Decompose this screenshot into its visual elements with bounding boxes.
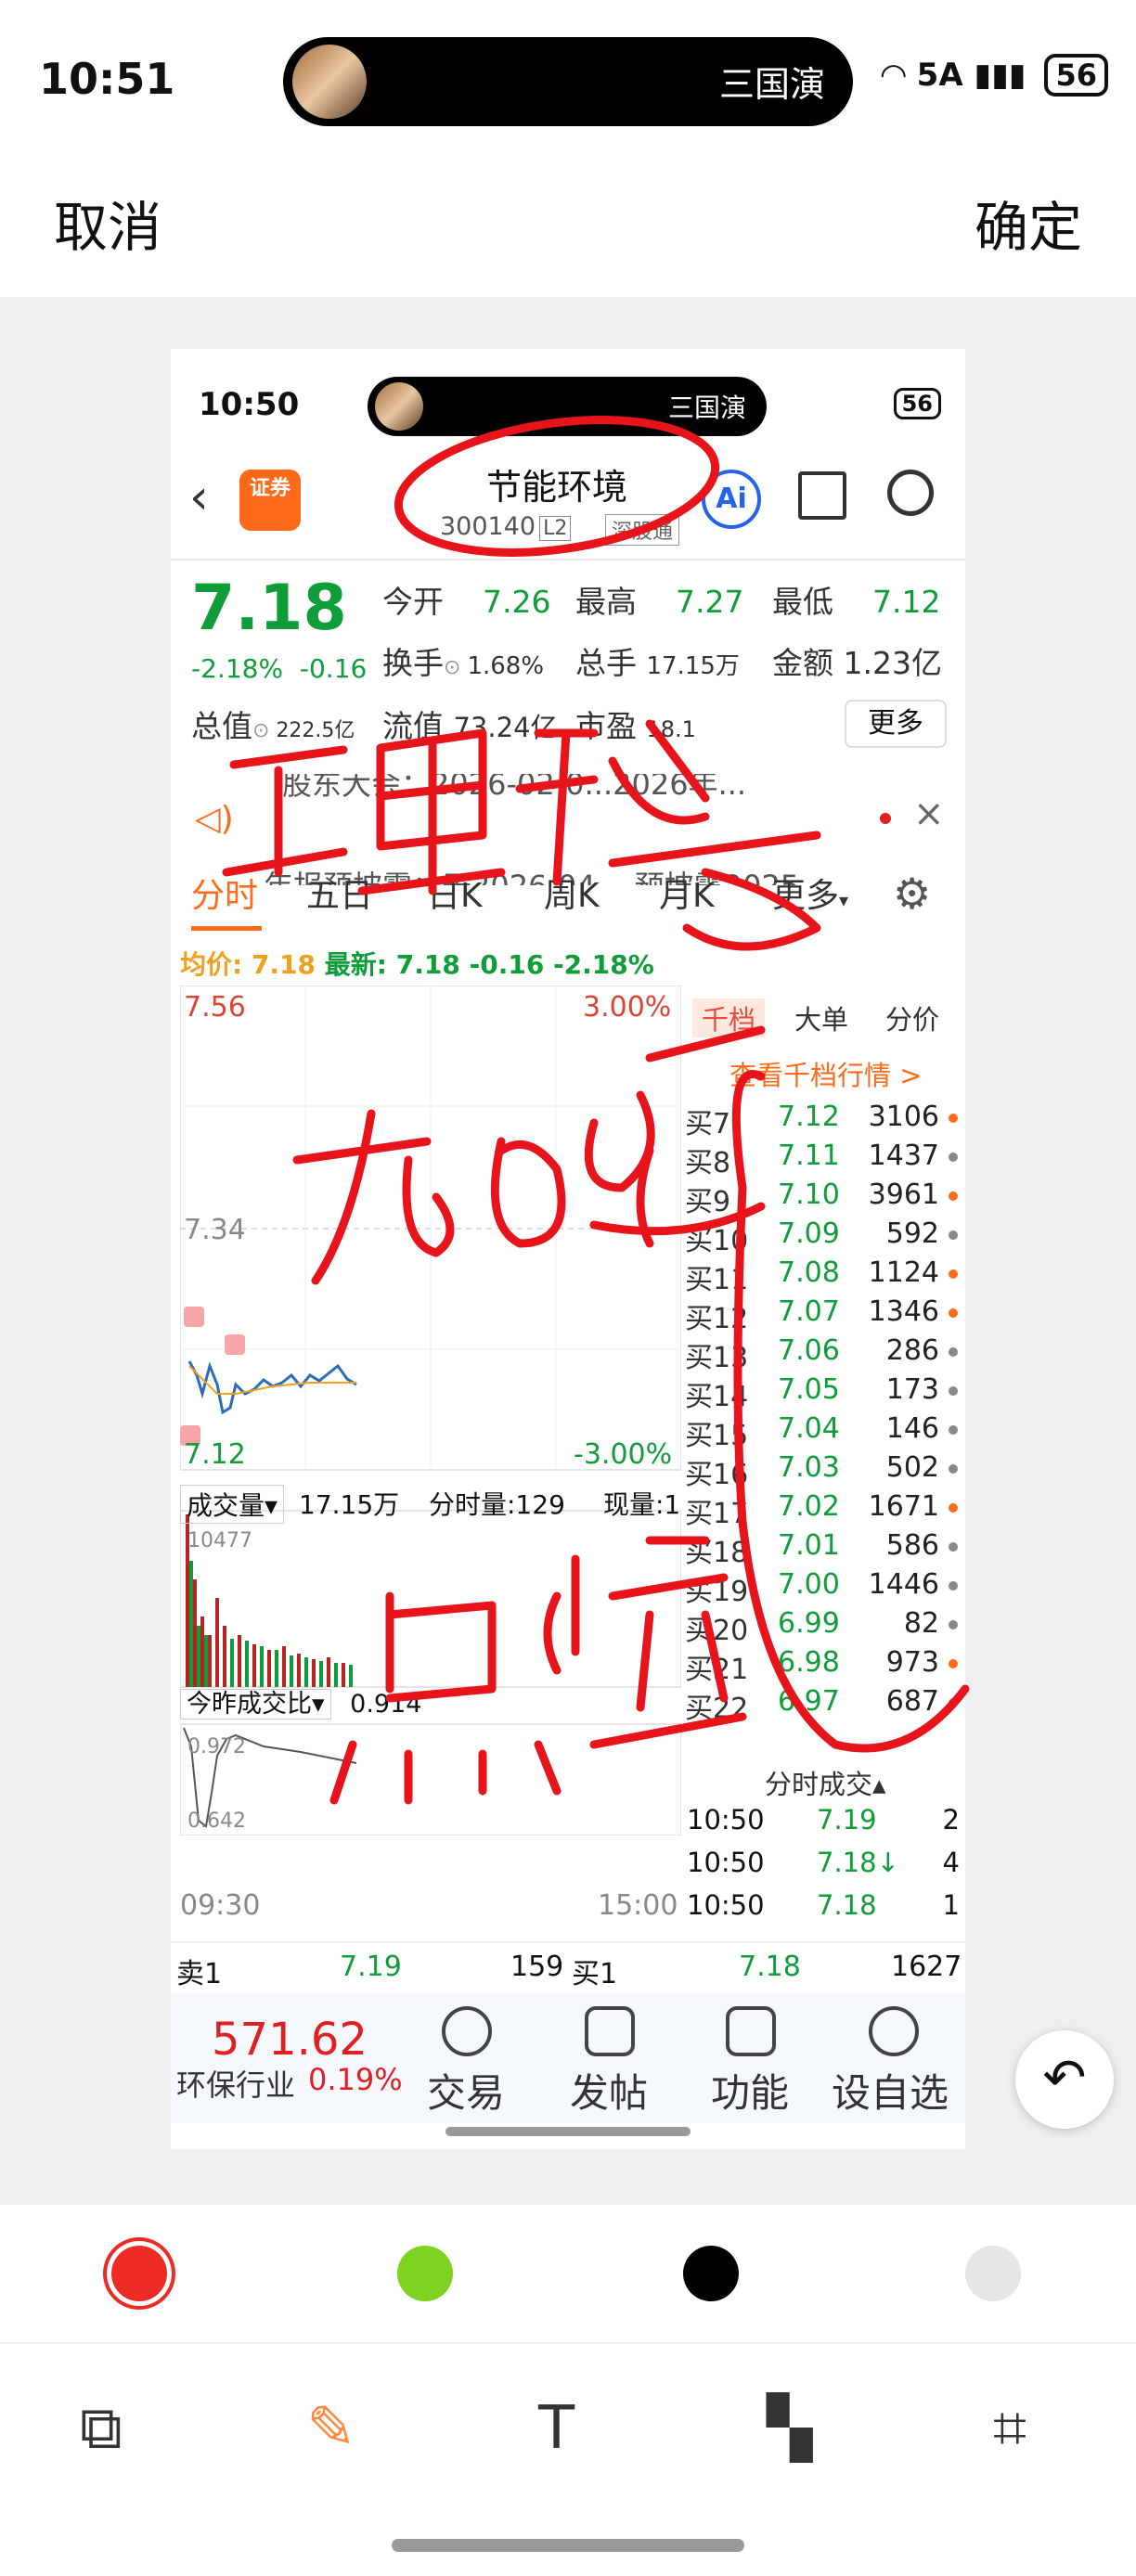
ink-stroke [515,719,821,951]
ink-annotations [222,416,970,1805]
mosaic-icon[interactable]: ▚ [767,2394,812,2463]
color-swatch[interactable] [965,2246,1021,2301]
ink-stroke [543,1536,747,1749]
undo-icon[interactable]: ↶ [1015,2030,1114,2129]
layer-icon[interactable]: ⧉ [80,2394,123,2463]
crop-icon[interactable]: ⌗ [993,2394,1026,2463]
home-indicator [392,2539,744,2552]
ink-circle-name [394,416,720,557]
text-icon[interactable]: T [538,2394,574,2463]
ink-stroke [329,1591,562,1805]
pencil-icon[interactable]: ✎ [306,2394,356,2463]
color-swatch[interactable] [683,2246,739,2301]
ink-bracket [731,1070,970,1753]
color-swatch[interactable] [397,2246,453,2301]
ink-stroke [292,1109,566,1285]
color-swatch[interactable] [111,2246,167,2301]
ink-stroke [222,728,506,895]
